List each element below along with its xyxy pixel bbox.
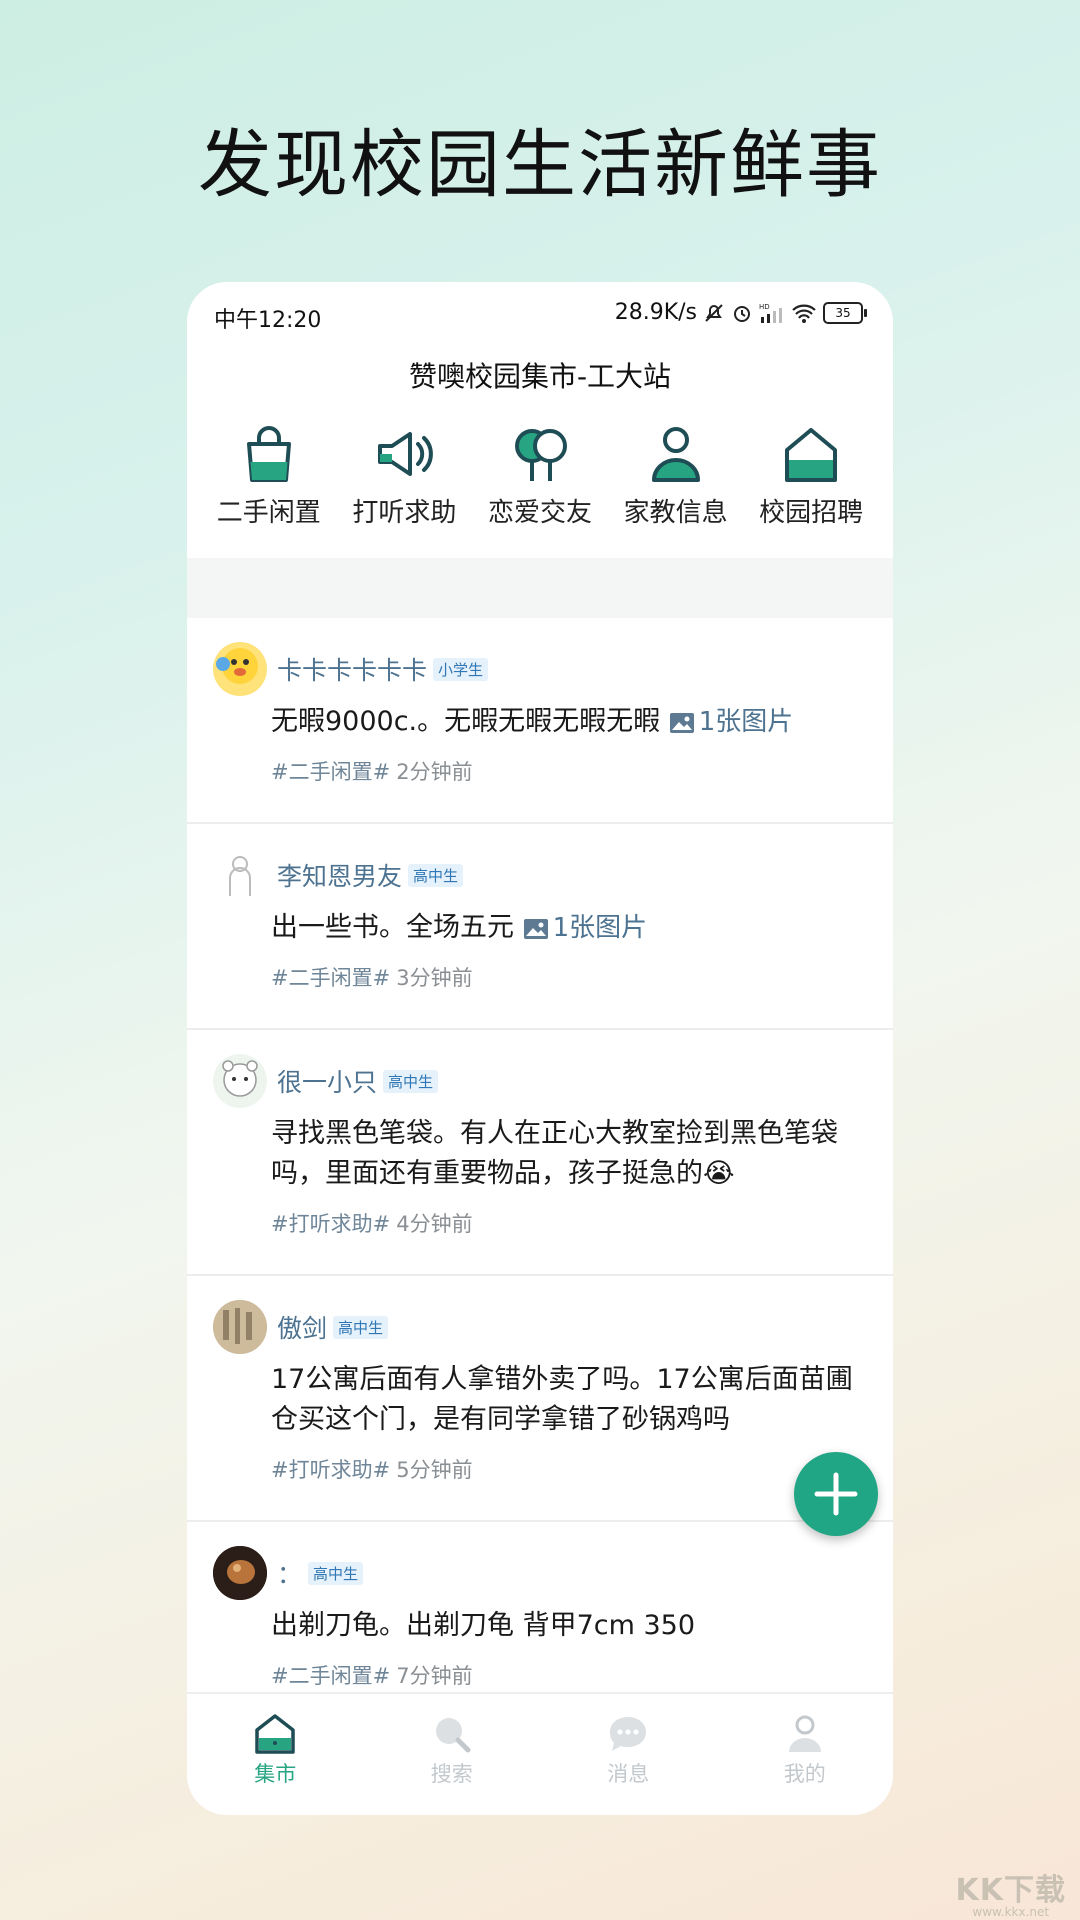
tab-label: 集市: [254, 1762, 297, 1786]
post-content: 寻找黑色笔袋。有人在正心大教室捡到黑色笔袋吗，里面还有重要物品，孩子挺急的😭: [271, 1114, 867, 1194]
post-item[interactable]: 李知恩男友 高中生 出一些书。全场五元 1张图片 #二手闲置# 3分钟前: [187, 824, 893, 1030]
post-meta: #打听求助# 5分钟前: [271, 1454, 867, 1506]
person-icon: [651, 427, 700, 482]
tab-label: 我的: [783, 1762, 826, 1786]
chat-bubble-icon: [610, 1717, 647, 1751]
category-label: 二手闲置: [216, 498, 321, 528]
promo-headline: 发现校园生活新鲜事: [198, 122, 882, 208]
username[interactable]: 李知恩男友: [277, 857, 402, 893]
post-meta: #打听求助# 4分钟前: [271, 1208, 867, 1260]
category-tutoring[interactable]: 家教信息: [611, 408, 741, 558]
category-label: 校园招聘: [759, 498, 864, 528]
post-content: 无暇9000c.。无暇无暇无暇无暇 1张图片: [271, 702, 867, 742]
image-icon: [669, 713, 694, 733]
avatar[interactable]: [213, 1054, 267, 1108]
search-icon: [435, 1718, 471, 1753]
avatar[interactable]: [213, 642, 267, 696]
status-time: 中午12:20: [214, 308, 322, 333]
post-text: 无暇9000c.。无暇无暇无暇无暇: [271, 706, 661, 737]
user-level-badge: 小学生: [433, 657, 489, 681]
network-speed: 28.9K/s: [614, 300, 697, 325]
username[interactable]: 傲剑: [277, 1309, 327, 1345]
post-meta: #二手闲置# 3分钟前: [271, 962, 867, 1014]
bottom-tab-bar: 集市 搜索 消息 我的: [187, 1692, 893, 1815]
tab-profile[interactable]: 我的: [735, 1694, 875, 1815]
user-level-badge: 高中生: [408, 863, 464, 887]
post-meta: #二手闲置# 2分钟前: [271, 756, 867, 808]
post-time: 7分钟前: [396, 1664, 473, 1688]
mute-icon: [703, 302, 725, 324]
user-level-badge: 高中生: [383, 1069, 439, 1093]
category-secondhand[interactable]: 二手闲置: [204, 408, 334, 558]
signal-icon: HD: [759, 302, 785, 324]
post-feed: 卡卡卡卡卡卡 小学生 无暇9000c.。无暇无暇无暇无暇 1张图片 #二手闲置#…: [187, 618, 893, 1728]
tab-search[interactable]: 搜索: [382, 1694, 522, 1815]
app-title: 赞噢校园集市-工大站: [187, 346, 893, 408]
post-time: 5分钟前: [396, 1458, 473, 1482]
house-icon: [785, 428, 838, 482]
phone-screen: 中午12:20 28.9K/s HD 35 赞噢校园集市-工大站 二手闲置 打听…: [187, 282, 893, 1815]
category-bar: 二手闲置 打听求助 恋爱交友 家教信息 校园招聘: [187, 408, 893, 558]
post-topic-tag[interactable]: #打听求助#: [271, 1212, 390, 1236]
battery-icon: 35: [823, 301, 867, 324]
username[interactable]: ：: [277, 1555, 302, 1591]
alarm-icon: [731, 302, 753, 324]
category-recruitment[interactable]: 校园招聘: [746, 408, 876, 558]
post-topic-tag[interactable]: #二手闲置#: [271, 760, 390, 784]
category-label: 家教信息: [623, 498, 728, 528]
post-text: 出一些书。全场五元: [271, 912, 514, 943]
avatar[interactable]: [213, 1546, 267, 1600]
post-topic-tag[interactable]: #二手闲置#: [271, 1664, 390, 1688]
user-level-badge: 高中生: [308, 1561, 364, 1585]
category-inquiry[interactable]: 打听求助: [339, 408, 469, 558]
watermark: KK下载 www.kkx.net: [955, 1873, 1066, 1919]
tab-messages[interactable]: 消息: [558, 1694, 698, 1815]
user-icon: [788, 1715, 821, 1752]
username[interactable]: 卡卡卡卡卡卡: [277, 651, 427, 687]
tab-market[interactable]: 集市: [205, 1694, 345, 1815]
create-post-button[interactable]: [794, 1452, 878, 1536]
category-dating[interactable]: 恋爱交友: [475, 408, 605, 558]
megaphone-icon: [378, 432, 434, 476]
plus-icon: [814, 1472, 858, 1516]
market-icon: [255, 1714, 295, 1754]
avatar[interactable]: [213, 1300, 267, 1354]
category-label: 恋爱交友: [487, 498, 592, 528]
post-time: 4分钟前: [396, 1212, 473, 1236]
svg-text:HD: HD: [759, 303, 770, 311]
post-content: 出剃刀龟。出剃刀龟 背甲7cm 350: [271, 1606, 867, 1646]
image-icon: [523, 919, 548, 939]
wifi-icon: [791, 302, 817, 324]
category-label: 打听求助: [352, 498, 457, 528]
post-content: 出一些书。全场五元 1张图片: [271, 908, 867, 948]
shopping-bag-icon: [246, 426, 291, 482]
image-attachment[interactable]: 1张图片: [669, 707, 793, 737]
post-text: 寻找黑色笔袋。有人在正心大教室捡到黑色笔袋吗，里面还有重要物品，孩子挺急的😭: [271, 1118, 838, 1189]
post-item[interactable]: 傲剑 高中生 17公寓后面有人拿错外卖了吗。17公寓后面苗圃仓买这个门，是有同学…: [187, 1276, 893, 1522]
status-indicators: 28.9K/s HD 35: [614, 300, 867, 325]
post-topic-tag[interactable]: #二手闲置#: [271, 966, 390, 990]
tab-label: 搜索: [430, 1762, 473, 1786]
image-attachment[interactable]: 1张图片: [523, 913, 647, 943]
post-topic-tag[interactable]: #打听求助#: [271, 1458, 390, 1482]
tab-label: 消息: [607, 1762, 650, 1786]
post-content: 17公寓后面有人拿错外卖了吗。17公寓后面苗圃仓买这个门，是有同学拿错了砂锅鸡吗: [271, 1360, 867, 1440]
post-item[interactable]: 很一小只 高中生 寻找黑色笔袋。有人在正心大教室捡到黑色笔袋吗，里面还有重要物品…: [187, 1030, 893, 1276]
status-bar: 中午12:20 28.9K/s HD 35: [187, 282, 893, 346]
username[interactable]: 很一小只: [277, 1063, 377, 1099]
post-time: 3分钟前: [396, 966, 473, 990]
user-level-badge: 高中生: [333, 1315, 389, 1339]
balloons-icon: [514, 429, 567, 481]
post-text: 出剃刀龟。出剃刀龟 背甲7cm 350: [271, 1610, 696, 1641]
post-time: 2分钟前: [396, 760, 473, 784]
avatar[interactable]: [213, 848, 267, 902]
post-text: 17公寓后面有人拿错外卖了吗。17公寓后面苗圃仓买这个门，是有同学拿错了砂锅鸡吗: [271, 1364, 853, 1435]
post-item[interactable]: 卡卡卡卡卡卡 小学生 无暇9000c.。无暇无暇无暇无暇 1张图片 #二手闲置#…: [187, 618, 893, 824]
